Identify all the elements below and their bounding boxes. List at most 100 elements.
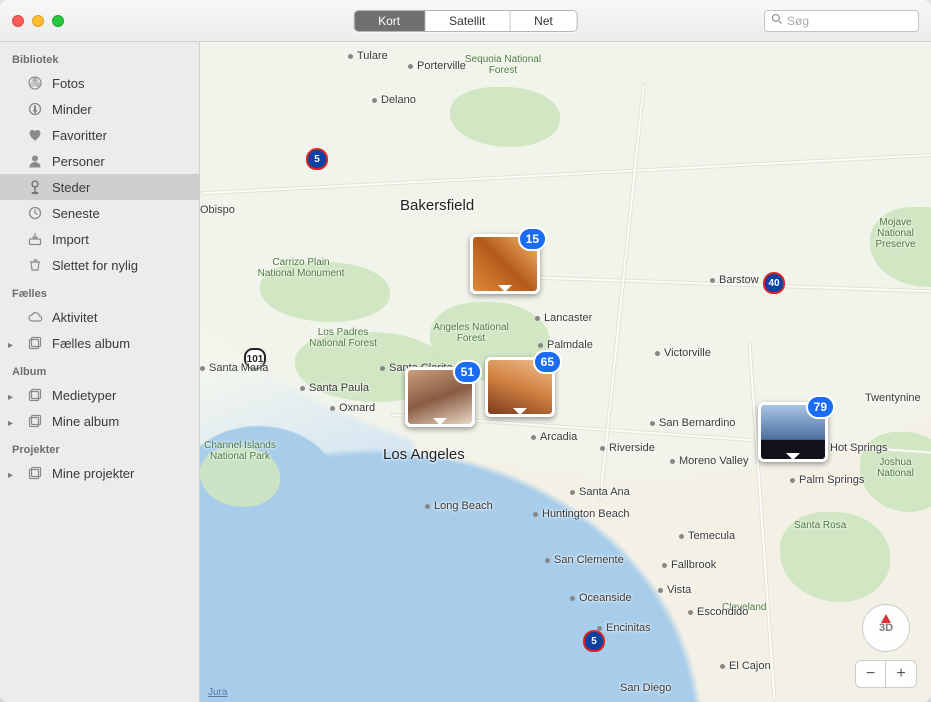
map-park-label: Sequoia National Forest [458,54,548,76]
app-window: Kort Satellit Net Bibliotek Fotos Minder [0,0,931,702]
heart-icon [26,126,44,144]
photo-cluster[interactable]: 79 [758,402,828,462]
sidebar-item-myalbums[interactable]: Mine album [0,408,199,434]
map-city-label: Huntington Beach [533,508,629,520]
sidebar-item-label: Minder [52,102,92,117]
map-city-label: Bakersfield [400,197,474,214]
map-city-label: Santa Paula [300,382,369,394]
sidebar-section-projects: Projekter [0,434,199,460]
sidebar-section-albums: Album [0,356,199,382]
viewmode-segmented-control: Kort Satellit Net [353,10,578,32]
memories-icon [26,100,44,118]
person-icon [26,152,44,170]
sidebar-item-mediatypes[interactable]: Medietyper [0,382,199,408]
map-city-label: Twentynine [865,392,921,404]
sidebar-item-people[interactable]: Personer [0,148,199,174]
map-city-label: Long Beach [425,500,493,512]
sidebar-section-shared: Fælles [0,278,199,304]
sidebar-item-import[interactable]: Import [0,226,199,252]
fullscreen-window-button[interactable] [52,15,64,27]
map-city-label: Santa Ana [570,486,630,498]
albums-icon [26,386,44,404]
interstate-5-shield-icon: 5 [306,148,328,170]
map-city-label: Los Angeles [383,446,465,463]
map-park-label: Channel Islands National Park [200,440,285,462]
window-controls [12,15,64,27]
map-city-label: Tulare [348,50,388,62]
sidebar-item-label: Mine projekter [52,466,134,481]
sidebar-item-label: Seneste [52,206,100,221]
sidebar: Bibliotek Fotos Minder Favoritter Person… [0,42,200,702]
sidebar-item-places[interactable]: Steder [0,174,199,200]
map-park-label: Joshua National [860,457,931,479]
albums-icon [26,334,44,352]
map-city-label: Victorville [655,347,711,359]
map-city-label: Delano [372,94,416,106]
albums-icon [26,464,44,482]
cluster-count-badge: 65 [533,350,562,374]
map-city-label: Hot Springs [830,442,887,454]
sidebar-item-myprojects[interactable]: Mine projekter [0,460,199,486]
sidebar-item-label: Fælles album [52,336,130,351]
map-city-label: Arcadia [531,431,577,443]
disclosure-triangle-icon[interactable] [8,466,18,481]
compass-3d-button[interactable]: 3D [862,604,910,652]
photo-cluster[interactable]: 15 [470,234,540,294]
sidebar-item-label: Mine album [52,414,119,429]
sidebar-item-deleted[interactable]: Slettet for nylig [0,252,199,278]
map-city-label: Escondido [688,606,748,618]
disclosure-triangle-icon[interactable] [8,414,18,429]
sidebar-item-activity[interactable]: Aktivitet [0,304,199,330]
photos-icon [26,74,44,92]
photo-cluster[interactable]: 65 [485,357,555,417]
disclosure-triangle-icon[interactable] [8,388,18,403]
minimize-window-button[interactable] [32,15,44,27]
zoom-out-button[interactable]: − [856,661,886,687]
map-controls: 3D − + [855,604,917,688]
map-city-label: Lancaster [535,312,592,324]
zoom-control: − + [855,660,917,688]
map-city-label: Santa Maria [200,362,268,374]
pin-icon [26,178,44,196]
map-city-label: Porterville [408,60,466,72]
map-city-label: Encinitas [597,622,651,634]
clock-icon [26,204,44,222]
sidebar-item-label: Medietyper [52,388,116,403]
trash-icon [26,256,44,274]
search-field[interactable] [764,10,919,32]
map-park-label: Santa Rosa [794,520,846,531]
sidebar-item-memories[interactable]: Minder [0,96,199,122]
viewmode-map-button[interactable]: Kort [354,11,425,31]
map-city-label: Fallbrook [662,559,716,571]
search-input[interactable] [787,14,912,28]
map-park-label: Los Padres National Forest [298,327,388,349]
viewmode-satellite-button[interactable]: Satellit [425,11,510,31]
map-view[interactable]: 5 40 101 5 Sequoia National Forest Carri… [200,42,931,702]
disclosure-triangle-icon[interactable] [8,336,18,351]
content-body: Bibliotek Fotos Minder Favoritter Person… [0,42,931,702]
map-city-label: Vista [658,584,691,596]
zoom-in-button[interactable]: + [886,661,916,687]
map-city-label: El Cajon [720,660,771,672]
map-city-label: Temecula [679,530,735,542]
map-park-label: Angeles National Forest [426,322,516,344]
interstate-40-shield-icon: 40 [763,272,785,294]
map-city-label: San Clemente [545,554,624,566]
sidebar-item-shared-albums[interactable]: Fælles album [0,330,199,356]
photo-cluster[interactable]: 51 [405,367,475,427]
map-attribution-link[interactable]: Jura [208,687,227,698]
search-icon [771,12,787,30]
sidebar-item-label: Personer [52,154,105,169]
viewmode-grid-button[interactable]: Net [510,11,577,31]
sidebar-item-photos[interactable]: Fotos [0,70,199,96]
cluster-count-badge: 15 [518,227,547,251]
sidebar-item-favorites[interactable]: Favoritter [0,122,199,148]
close-window-button[interactable] [12,15,24,27]
sidebar-item-recent[interactable]: Seneste [0,200,199,226]
cluster-count-badge: 51 [453,360,482,384]
sidebar-item-label: Favoritter [52,128,107,143]
map-park-label: Mojave National Preserve [860,217,931,250]
map-city-label: Obispo [200,204,235,216]
cluster-count-badge: 79 [806,395,835,419]
sidebar-item-label: Steder [52,180,90,195]
